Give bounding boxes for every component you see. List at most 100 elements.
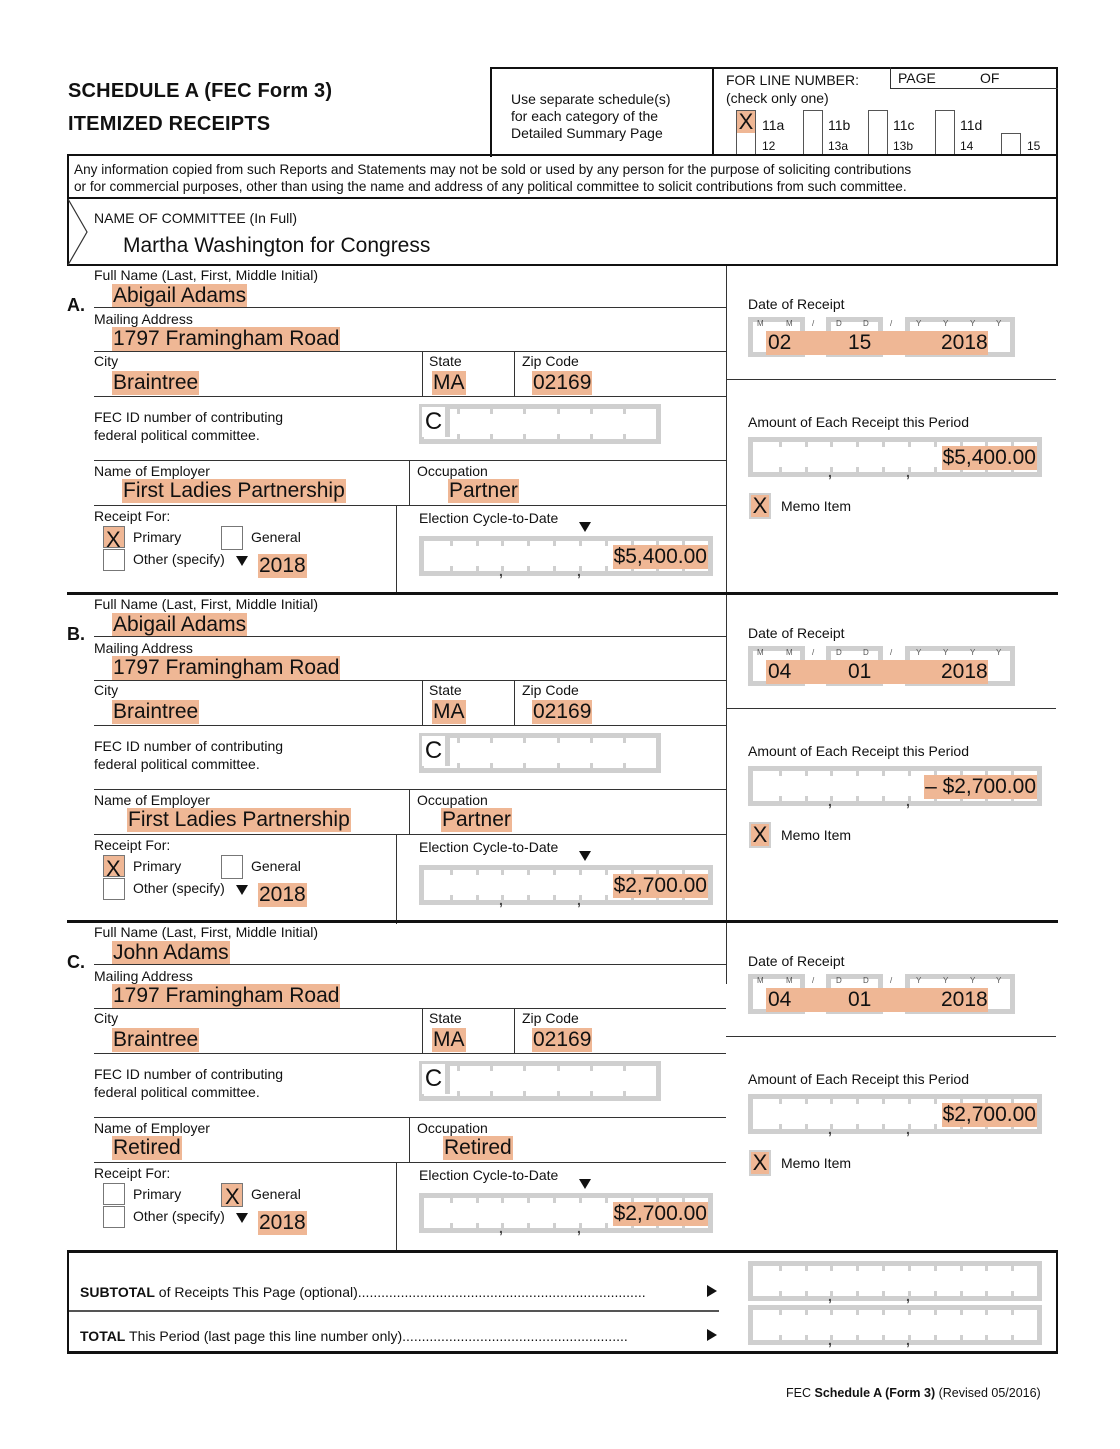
entry-letter: A. xyxy=(67,295,85,315)
zip-label: Zip Code xyxy=(522,353,579,369)
checkbox-15[interactable] xyxy=(1001,133,1021,154)
other-year-value[interactable]: 2018 xyxy=(258,1211,307,1235)
zip-value[interactable]: 02169 xyxy=(532,371,593,395)
employer-value[interactable]: First Ladies Partnership xyxy=(127,808,351,832)
underline xyxy=(94,1162,726,1163)
general-checkbox[interactable]: X xyxy=(221,1183,243,1209)
occupation-value[interactable]: Partner xyxy=(448,479,519,503)
date-of-receipt-field[interactable]: M M D D Y Y Y Y / / 02 15 2018 xyxy=(748,317,1016,357)
employer-value[interactable]: First Ladies Partnership xyxy=(122,479,346,503)
state-value[interactable]: MA xyxy=(432,1028,466,1052)
general-checkbox[interactable] xyxy=(221,526,243,550)
date-slash: / xyxy=(890,319,893,328)
amount-field[interactable]: ,, – $2,700.00 xyxy=(748,766,1042,809)
tick-mark xyxy=(908,442,911,447)
general-checkbox[interactable] xyxy=(221,855,243,879)
checkbox-13a[interactable] xyxy=(803,134,823,154)
mailing-address-value[interactable]: 1797 Framingham Road xyxy=(112,327,341,351)
other-checkbox[interactable] xyxy=(103,549,125,571)
underline xyxy=(94,680,726,681)
mailing-address-label: Mailing Address xyxy=(94,311,193,327)
other-checkbox[interactable] xyxy=(103,878,125,900)
amount-field[interactable]: ,, $2,700.00 xyxy=(748,1094,1042,1137)
memo-item-checkbox[interactable]: X xyxy=(749,822,771,848)
primary-checkbox[interactable]: X xyxy=(103,855,125,881)
city-value[interactable]: Braintree xyxy=(112,700,200,724)
comma-separator: , xyxy=(906,1288,910,1304)
election-cycle-field[interactable]: ,, $5,400.00 xyxy=(419,536,713,579)
date-format-hint: Y xyxy=(943,319,949,328)
full-name-value[interactable]: Abigail Adams xyxy=(112,284,248,308)
amount-field[interactable]: ,, $5,400.00 xyxy=(748,437,1042,480)
checkbox-11a[interactable]: X xyxy=(736,110,756,134)
committee-name-value[interactable]: Martha Washington for Congress xyxy=(123,234,430,258)
tick-mark xyxy=(450,1223,453,1228)
occupation-value[interactable]: Partner xyxy=(441,808,512,832)
primary-label: Primary xyxy=(133,858,182,874)
state-value[interactable]: MA xyxy=(432,700,466,724)
fec-id-field[interactable]: C xyxy=(419,733,661,773)
checkbox-11b[interactable] xyxy=(803,110,823,134)
city-value[interactable]: Braintree xyxy=(112,1028,200,1052)
checkbox-11c[interactable] xyxy=(868,110,888,134)
primary-checkbox[interactable]: X xyxy=(103,526,125,552)
checkbox-14[interactable] xyxy=(935,134,955,154)
divider xyxy=(726,379,1056,380)
tick-mark xyxy=(527,541,530,546)
tick-mark xyxy=(934,442,937,447)
employer-value[interactable]: Retired xyxy=(112,1136,182,1160)
tick-mark xyxy=(805,1291,808,1296)
arrow-down-icon xyxy=(236,556,248,566)
election-cycle-field[interactable]: ,, $2,700.00 xyxy=(419,865,713,908)
tick-mark xyxy=(856,1266,859,1271)
other-year-value[interactable]: 2018 xyxy=(258,883,307,907)
tick-mark xyxy=(527,870,530,875)
fec-id-label-line2: federal political committee. xyxy=(94,756,260,772)
amount-label: Amount of Each Receipt this Period xyxy=(748,414,970,430)
receipt-for-label: Receipt For: xyxy=(94,1165,171,1181)
other-checkbox[interactable] xyxy=(103,1206,125,1228)
election-cycle-field[interactable]: ,, $2,700.00 xyxy=(419,1193,713,1236)
fec-id-field[interactable]: C xyxy=(419,1061,661,1101)
checkbox-13b[interactable] xyxy=(868,134,888,154)
fec-id-field[interactable]: C xyxy=(419,404,661,444)
other-year-value[interactable]: 2018 xyxy=(258,554,307,578)
underline xyxy=(94,789,726,790)
divider xyxy=(726,708,1056,709)
amount-label: Amount of Each Receipt this Period xyxy=(748,743,970,759)
subtotal-amount-field[interactable]: ,, xyxy=(748,1261,1042,1304)
tick-mark xyxy=(523,763,526,768)
field-divider xyxy=(514,680,515,725)
total-rest: This Period (last page this line number … xyxy=(125,1328,403,1344)
zip-value[interactable]: 02169 xyxy=(532,1028,593,1052)
zip-value[interactable]: 02169 xyxy=(532,700,593,724)
notice-line1: Any information copied from such Reports… xyxy=(74,162,912,177)
checkbox-12[interactable] xyxy=(736,134,756,154)
dot-leader: ........................................… xyxy=(357,1284,646,1300)
comma-separator: , xyxy=(906,1332,910,1348)
tick-mark xyxy=(882,1124,885,1129)
full-name-value[interactable]: Abigail Adams xyxy=(112,613,248,637)
checkbox-11d[interactable] xyxy=(935,110,955,134)
mailing-address-value[interactable]: 1797 Framingham Road xyxy=(112,984,341,1008)
tick-mark xyxy=(490,409,493,414)
mailing-address-value[interactable]: 1797 Framingham Road xyxy=(112,656,341,680)
option-label-11c: 11c xyxy=(893,117,915,133)
state-value[interactable]: MA xyxy=(432,371,466,395)
tick-mark xyxy=(605,566,608,571)
zip-label: Zip Code xyxy=(522,1010,579,1026)
date-of-receipt-field[interactable]: M M D D Y Y Y Y / / 04 01 2018 xyxy=(748,974,1016,1014)
primary-checkbox[interactable] xyxy=(103,1183,125,1205)
total-amount-field[interactable]: ,, xyxy=(748,1305,1042,1348)
city-value[interactable]: Braintree xyxy=(112,371,200,395)
memo-item-checkbox[interactable]: X xyxy=(749,1150,771,1176)
tick-mark xyxy=(476,1198,479,1203)
tick-mark xyxy=(805,467,808,472)
tick-mark xyxy=(805,1310,808,1315)
full-name-value[interactable]: John Adams xyxy=(112,941,230,965)
occupation-value[interactable]: Retired xyxy=(443,1136,513,1160)
field-divider xyxy=(396,1162,397,1252)
date-of-receipt-field[interactable]: M M D D Y Y Y Y / / 04 01 2018 xyxy=(748,646,1016,686)
tick-mark xyxy=(985,1310,988,1315)
memo-item-checkbox[interactable]: X xyxy=(749,493,771,519)
